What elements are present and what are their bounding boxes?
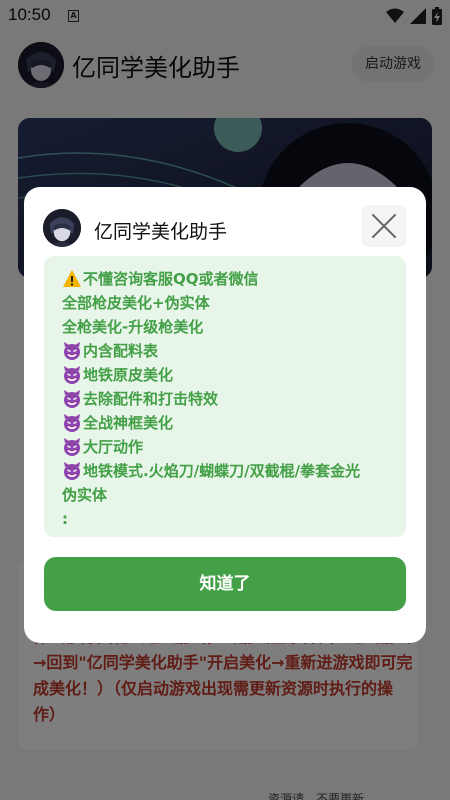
dialog-line: 去除配件和打击特效 bbox=[62, 387, 388, 411]
dialog-line-text: 地铁模式.火焰刀/蝴蝶刀/双截棍/拳套金光 bbox=[83, 462, 361, 480]
dialog-line: 不懂咨询客服QQ或者微信 bbox=[62, 267, 388, 291]
dialog-line-text: 伪实体 bbox=[62, 486, 108, 504]
devil-icon bbox=[62, 461, 82, 481]
dialog-line-text: 内含配料表 bbox=[83, 342, 159, 360]
dialog-line-text: 地铁原皮美化 bbox=[83, 366, 174, 384]
dialog-line-text: 大厅动作 bbox=[83, 438, 144, 456]
close-button[interactable] bbox=[362, 205, 406, 247]
dialog-line: 大厅动作 bbox=[62, 435, 388, 459]
dialog-line: 地铁原皮美化 bbox=[62, 363, 388, 387]
dialog-line: 内含配料表 bbox=[62, 339, 388, 363]
dialog-line-text: 全部枪皮美化+伪实体 bbox=[62, 294, 210, 312]
notice-dialog: 亿同学美化助手 不懂咨询客服QQ或者微信全部枪皮美化+伪实体 全枪美化-升级枪美化… bbox=[24, 187, 426, 643]
dialog-line: 全部枪皮美化+伪实体 bbox=[62, 291, 388, 315]
devil-icon bbox=[62, 365, 82, 385]
dialog-avatar bbox=[43, 209, 81, 247]
dialog-line: 伪实体 bbox=[62, 483, 388, 507]
ok-button[interactable]: 知道了 bbox=[44, 557, 406, 611]
warning-icon bbox=[62, 269, 82, 289]
dialog-line: 全战神框美化 bbox=[62, 411, 388, 435]
devil-icon bbox=[62, 437, 82, 457]
devil-icon bbox=[62, 389, 82, 409]
devil-icon bbox=[62, 413, 82, 433]
dialog-line: 地铁模式.火焰刀/蝴蝶刀/双截棍/拳套金光 bbox=[62, 459, 388, 483]
dialog-title: 亿同学美化助手 bbox=[94, 221, 228, 243]
dialog-line-text: : bbox=[62, 510, 68, 528]
dialog-line: 全枪美化-升级枪美化 bbox=[62, 315, 388, 339]
dialog-line-text: 全战神框美化 bbox=[83, 414, 174, 432]
dialog-line: : bbox=[62, 507, 388, 531]
dialog-line-text: 全枪美化-升级枪美化 bbox=[62, 318, 204, 336]
devil-icon bbox=[62, 341, 82, 361]
close-icon bbox=[372, 214, 396, 238]
dialog-line-text: 去除配件和打击特效 bbox=[83, 390, 219, 408]
dialog-content: 不懂咨询客服QQ或者微信全部枪皮美化+伪实体 全枪美化-升级枪美化内含配料表地铁原… bbox=[44, 256, 406, 537]
dialog-line-text: 不懂咨询客服QQ或者微信 bbox=[83, 270, 259, 288]
